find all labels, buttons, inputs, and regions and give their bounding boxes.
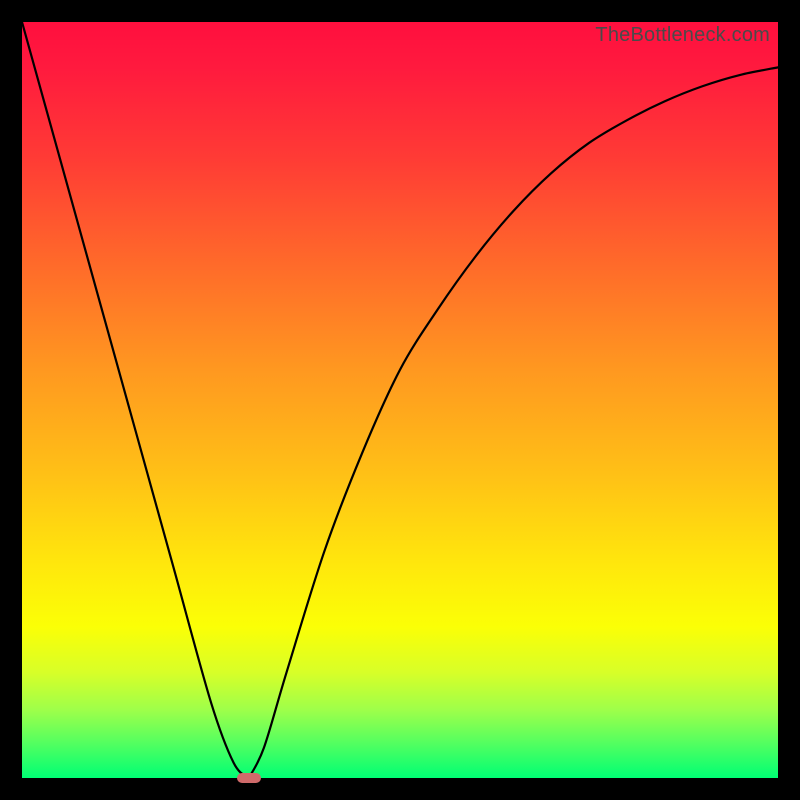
bottleneck-curve bbox=[22, 22, 778, 778]
chart-frame: TheBottleneck.com bbox=[22, 22, 778, 778]
watermark-text: TheBottleneck.com bbox=[595, 24, 770, 47]
optimal-point-marker bbox=[237, 773, 261, 783]
